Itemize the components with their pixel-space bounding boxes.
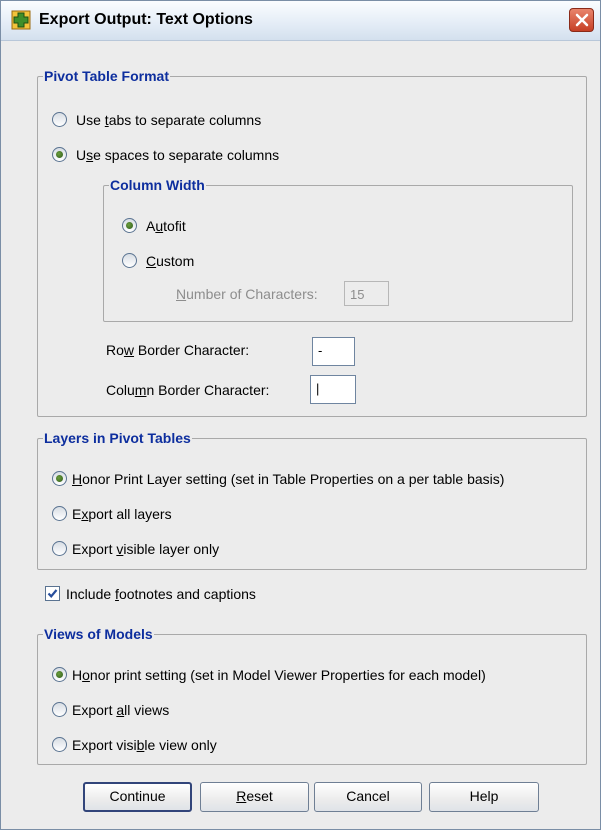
export-text-options-dialog: Export Output: Text Options Pivot Table … — [0, 0, 601, 830]
export-all-views-label[interactable]: Export all views — [72, 702, 169, 718]
custom-radio-label[interactable]: Custom — [146, 253, 194, 269]
close-button[interactable] — [569, 8, 594, 32]
custom-radio[interactable] — [122, 253, 137, 268]
export-visible-view-radio[interactable] — [52, 737, 67, 752]
honor-print-layer-label[interactable]: Honor Print Layer setting (set in Table … — [72, 471, 504, 487]
autofit-radio-label[interactable]: Autofit — [146, 218, 186, 234]
help-button[interactable]: Help — [429, 782, 539, 812]
row-border-label: Row Border Character: — [106, 342, 250, 358]
export-visible-layer-label[interactable]: Export visible layer only — [72, 541, 219, 557]
tabs-radio-label[interactable]: Use tabs to separate columns — [76, 112, 261, 128]
honor-print-setting-label[interactable]: Honor print setting (set in Model Viewer… — [72, 667, 486, 683]
tabs-radio[interactable] — [52, 112, 67, 127]
export-visible-layer-radio[interactable] — [52, 541, 67, 556]
column-border-label: Column Border Character: — [106, 382, 270, 398]
number-of-characters-field[interactable]: 15 — [344, 281, 389, 306]
close-icon — [575, 13, 589, 27]
views-of-models-legend: Views of Models — [43, 625, 154, 643]
title-bar[interactable]: Export Output: Text Options — [1, 1, 600, 41]
reset-button[interactable]: Reset — [200, 782, 309, 812]
autofit-radio[interactable] — [122, 218, 137, 233]
column-width-legend: Column Width — [109, 176, 206, 194]
plus-cross-icon — [11, 10, 31, 30]
export-all-views-radio[interactable] — [52, 702, 67, 717]
include-footnotes-checkbox[interactable] — [45, 586, 60, 601]
continue-button[interactable]: Continue — [83, 782, 192, 812]
layers-legend: Layers in Pivot Tables — [43, 429, 192, 447]
export-visible-view-label[interactable]: Export visible view only — [72, 737, 217, 753]
export-all-layers-radio[interactable] — [52, 506, 67, 521]
window-title: Export Output: Text Options — [39, 11, 253, 28]
pivot-table-format-legend: Pivot Table Format — [43, 67, 170, 85]
spaces-radio-label[interactable]: Use spaces to separate columns — [76, 147, 279, 163]
checkmark-icon — [47, 589, 58, 598]
export-all-layers-label[interactable]: Export all layers — [72, 506, 172, 522]
honor-print-setting-radio[interactable] — [52, 667, 67, 682]
row-border-field[interactable]: - — [312, 337, 355, 366]
column-border-field[interactable]: | — [310, 375, 356, 404]
include-footnotes-label[interactable]: Include footnotes and captions — [66, 586, 256, 602]
number-of-characters-label: Number of Characters: — [176, 286, 318, 302]
honor-print-layer-radio[interactable] — [52, 471, 67, 486]
spaces-radio[interactable] — [52, 147, 67, 162]
cancel-button[interactable]: Cancel — [314, 782, 422, 812]
